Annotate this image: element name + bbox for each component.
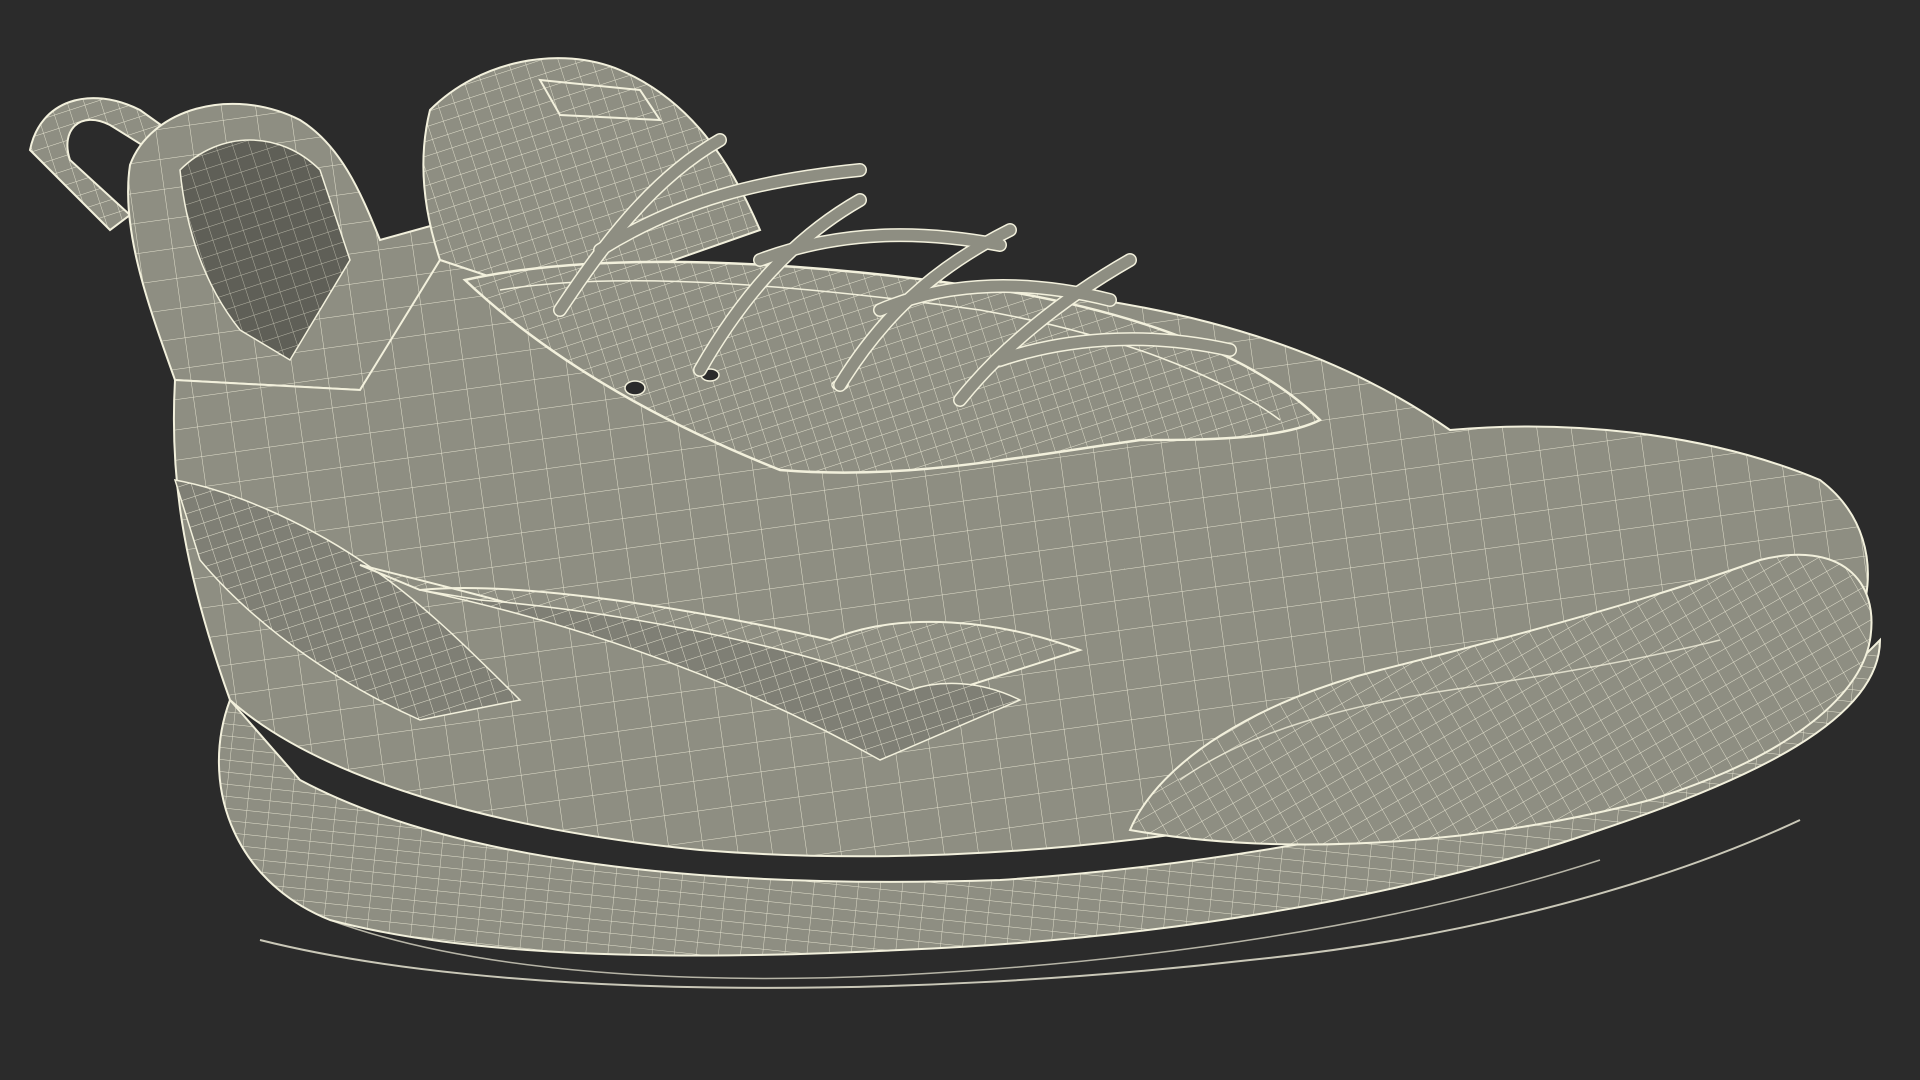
eyelet-1 — [624, 380, 646, 396]
wireframe-sneaker-icon — [28, 57, 1882, 989]
render-viewport — [0, 0, 1920, 1080]
